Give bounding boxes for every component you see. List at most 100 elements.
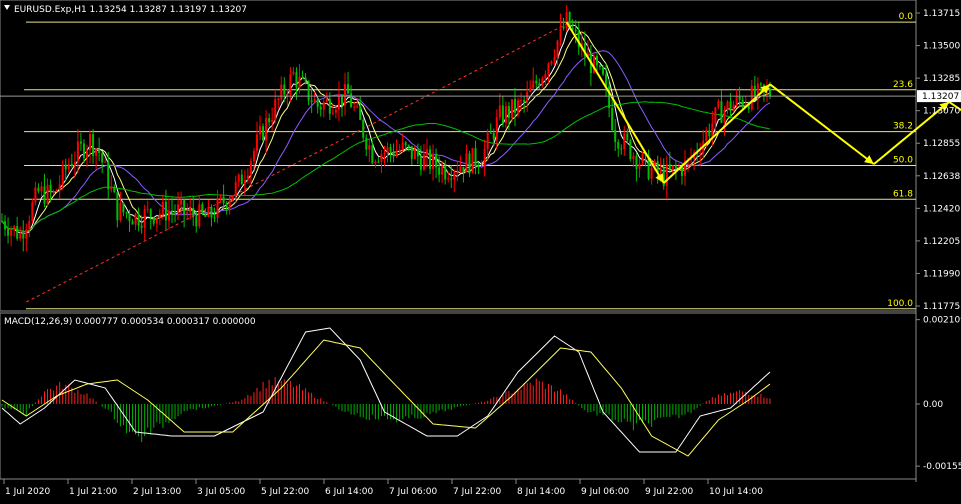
candle-body: [177, 204, 180, 213]
candle-body: [7, 229, 10, 236]
candle-body: [474, 148, 477, 167]
candle-body: [122, 203, 125, 213]
candle-body: [40, 186, 43, 192]
candle-body: [565, 12, 568, 29]
candle-body: [322, 102, 325, 110]
candle-body: [307, 80, 310, 101]
candle-body: [413, 149, 416, 159]
candle-body: [137, 213, 140, 226]
candle-body: [316, 99, 319, 107]
candle-body: [574, 29, 577, 32]
price-tick-label: 1.11990: [923, 269, 960, 279]
candle-body: [189, 208, 192, 213]
fib-level-label: 0.0: [899, 12, 914, 22]
candle-body: [541, 78, 544, 86]
candle-body: [365, 137, 368, 150]
candle-body: [210, 207, 213, 218]
candle-body: [213, 217, 216, 219]
candle-body: [10, 229, 13, 236]
candle-body: [398, 149, 401, 152]
candle-body: [167, 210, 170, 221]
candle-body: [726, 101, 729, 111]
price-tick-label: 1.12205: [923, 237, 960, 247]
candle-body: [31, 202, 34, 222]
candle-body: [216, 198, 219, 218]
candle-body: [674, 165, 677, 169]
candle-body: [277, 99, 280, 101]
candle-body: [298, 76, 301, 88]
candle-body: [186, 212, 189, 215]
candle-body: [665, 164, 668, 187]
candle-body: [468, 153, 471, 174]
candle-body: [562, 26, 565, 29]
candle-body: [73, 161, 76, 166]
candle-body: [668, 164, 671, 169]
candle-body: [659, 168, 662, 173]
candle-body: [738, 96, 741, 100]
candle-body: [611, 108, 614, 131]
candle-body: [395, 151, 398, 157]
candle-body: [720, 101, 723, 123]
time-tick-label: 5 Jul 22:00: [261, 487, 310, 497]
candle-body: [113, 186, 116, 193]
candle-body: [507, 106, 510, 118]
candle-body: [441, 165, 444, 175]
candle-body: [149, 209, 152, 218]
time-axis[interactable]: 1 Jul 2020 1 Jul 21:00 2 Jul 13:00 3 Jul 05…: [3, 479, 763, 497]
candle-body: [723, 110, 726, 123]
candle-body: [356, 106, 359, 108]
candle-body: [67, 163, 70, 170]
candle-body: [310, 100, 313, 102]
candle-body: [759, 83, 762, 85]
candle-body: [198, 204, 201, 227]
candle-body: [510, 99, 513, 118]
macd-panel[interactable]: [0, 312, 917, 480]
candle-body: [192, 208, 195, 217]
current-price-label: 1.13207: [922, 92, 959, 102]
chart-canvas[interactable]: 0.0 23.6 38.2 50.0 61.8 100.0 1.13715 1.13500 1…: [0, 0, 961, 500]
time-tick-label: 7 Jul 22:00: [453, 487, 502, 497]
candle-body: [753, 85, 756, 97]
candle-body: [671, 165, 674, 169]
candle-body: [85, 149, 88, 158]
candle-body: [43, 186, 46, 204]
candle-body: [255, 134, 258, 151]
candle-body: [614, 130, 617, 142]
candle-body: [304, 77, 307, 81]
price-panel[interactable]: [0, 0, 917, 312]
candle-body: [116, 192, 119, 221]
candle-body: [350, 93, 353, 108]
candle-body: [234, 181, 237, 196]
candle-body: [347, 84, 350, 94]
candle-body: [328, 98, 331, 114]
candle-body: [523, 100, 526, 102]
candle-body: [480, 167, 483, 169]
candle-body: [61, 164, 64, 185]
candle-body: [422, 154, 425, 170]
candle-body: [456, 171, 459, 173]
candle-body: [735, 96, 738, 105]
candle-body: [404, 142, 407, 146]
candle-body: [556, 40, 559, 58]
candle-body: [1, 220, 3, 222]
candle-body: [243, 179, 246, 185]
price-tick-label: 1.12855: [923, 139, 960, 149]
candle-body: [28, 221, 31, 230]
candle-body: [526, 92, 529, 102]
candle-body: [377, 161, 380, 163]
candle-body: [155, 217, 158, 224]
candle-body: [498, 105, 501, 118]
price-tick-label: 1.13500: [923, 42, 960, 52]
fib-level-label: 23.6: [893, 80, 913, 90]
time-tick-label: 2 Jul 13:00: [133, 487, 182, 497]
candle-body: [207, 207, 210, 217]
trading-chart-window[interactable]: 0.0 23.6 38.2 50.0 61.8 100.0 1.13715 1.13500 1…: [0, 0, 961, 500]
candle-body: [4, 221, 7, 230]
candle-body: [295, 72, 298, 88]
candle-body: [183, 200, 186, 215]
candle-body: [641, 154, 644, 164]
candle-body: [535, 80, 538, 84]
candle-body: [459, 166, 462, 172]
candle-body: [392, 151, 395, 157]
candle-body: [82, 143, 85, 158]
